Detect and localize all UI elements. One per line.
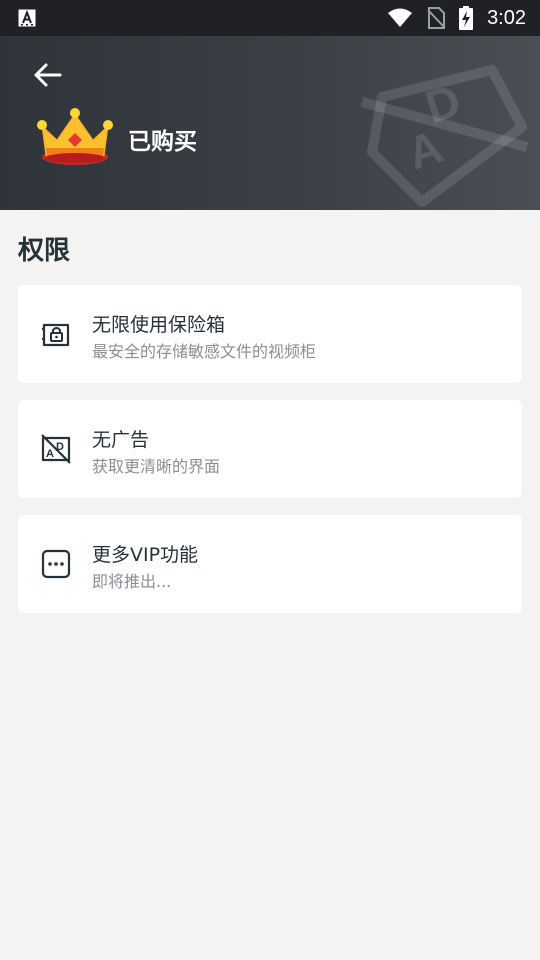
vault-lock-icon [42,323,70,347]
feature-title: 无广告 [92,429,150,451]
feature-subtitle: 最安全的存储敏感文件的视频柜 [92,342,317,361]
status-time: 3:02 [487,6,526,29]
feature-card-no-ads[interactable]: A D 无广告 获取更清晰的界面 [18,400,522,498]
svg-text:A: A [46,448,54,460]
feature-card-more-vip[interactable]: 更多VIP功能 即将推出... [18,515,522,613]
ad-watermark-icon: D A [360,65,529,207]
battery-charging-icon [459,6,474,30]
no-sim-icon [427,7,446,29]
feature-subtitle: 即将推出... [92,572,172,591]
feature-title: 无限使用保险箱 [92,314,226,336]
feature-card-vault[interactable]: 无限使用保险箱 最安全的存储敏感文件的视频柜 [18,285,522,383]
feature-title: 更多VIP功能 [92,544,199,566]
more-dots-icon [41,549,71,579]
status-bar: 3:02 [0,0,540,36]
no-ads-icon: A D [41,434,71,464]
back-button[interactable] [30,60,66,90]
permissions-title: 权限 [18,236,71,266]
purchased-title: 已购买 [128,129,197,155]
crown-icon [37,108,113,165]
a-notification-icon [18,9,36,27]
wifi-icon [388,8,413,27]
purchase-header: D A 已购买 [0,36,540,210]
feature-subtitle: 获取更清晰的界面 [92,457,221,476]
